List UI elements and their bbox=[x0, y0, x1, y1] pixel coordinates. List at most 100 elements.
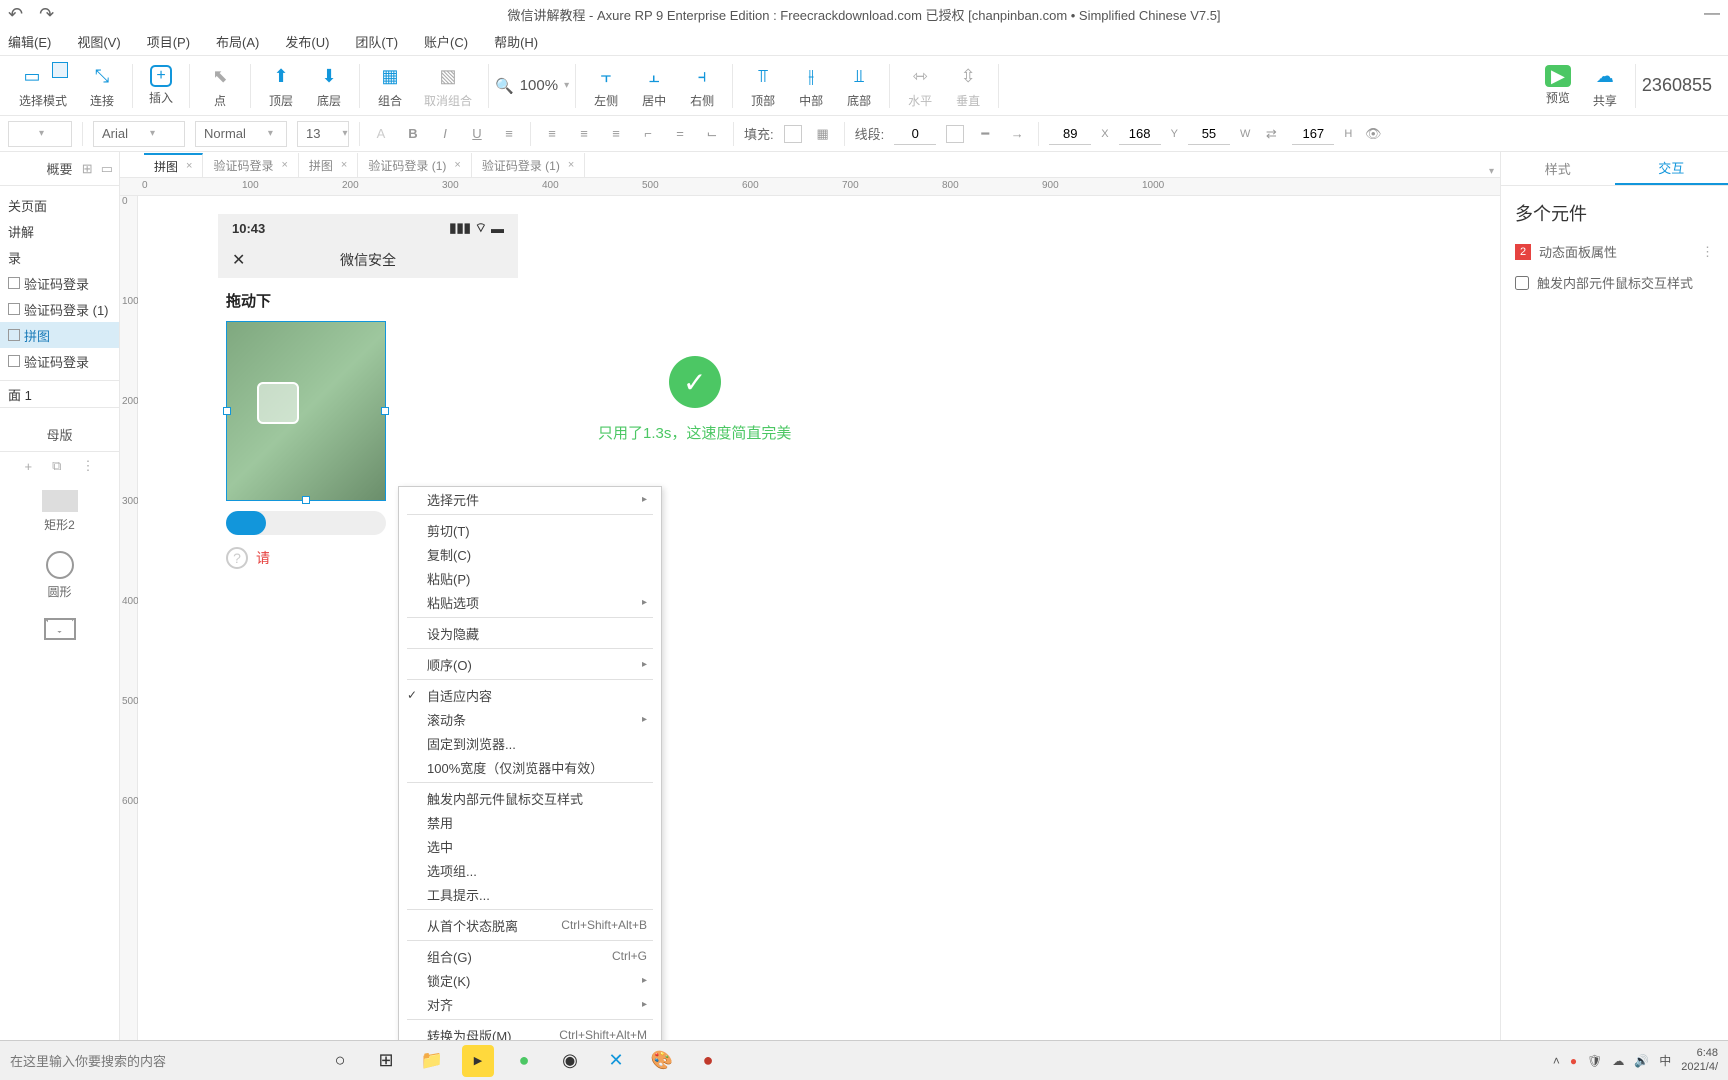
ime-indicator[interactable]: 中 bbox=[1659, 1052, 1671, 1069]
context-menu-item[interactable]: 复制(C) bbox=[399, 542, 661, 566]
tree-item[interactable]: 录 bbox=[0, 244, 119, 270]
menu-edit[interactable]: 编辑(E) bbox=[8, 32, 51, 51]
tab[interactable]: 验证码登录 (1)× bbox=[358, 153, 471, 177]
tool-group-btn[interactable]: ▦组合 bbox=[366, 62, 414, 109]
chrome-icon[interactable]: ◉ bbox=[554, 1045, 586, 1077]
context-menu-item[interactable]: 触发内部元件鼠标交互样式 bbox=[399, 786, 661, 810]
fill-image-icon[interactable]: ▦ bbox=[812, 123, 834, 145]
wechat-icon[interactable]: ● bbox=[508, 1045, 540, 1077]
context-menu-item[interactable]: 设为隐藏 bbox=[399, 621, 661, 645]
tree-item-active[interactable]: 拼图 bbox=[0, 322, 119, 348]
h-input[interactable] bbox=[1292, 123, 1334, 145]
tree-item[interactable]: 讲解 bbox=[0, 218, 119, 244]
style-select[interactable]: ▾ bbox=[8, 121, 72, 147]
prop-trigger[interactable]: 触发内部元件鼠标交互样式 bbox=[1515, 273, 1714, 292]
account-id[interactable]: 2360855 bbox=[1642, 75, 1720, 96]
tab-style[interactable]: 样式 bbox=[1501, 152, 1615, 185]
valign-mid-icon[interactable]: = bbox=[669, 123, 691, 145]
tool-point[interactable]: ⬉点 bbox=[196, 62, 244, 109]
align-top[interactable]: ⫪顶部 bbox=[739, 62, 787, 109]
y-input[interactable] bbox=[1119, 123, 1161, 145]
context-menu-item[interactable]: 剪切(T) bbox=[399, 518, 661, 542]
valign-top-icon[interactable]: ⌐ bbox=[637, 123, 659, 145]
resize-handle[interactable] bbox=[223, 407, 231, 415]
onedrive-icon[interactable]: ☁ bbox=[1612, 1054, 1624, 1068]
font-select[interactable]: Arial▾ bbox=[93, 121, 185, 147]
menu-project[interactable]: 项目(P) bbox=[147, 32, 190, 51]
x-input[interactable] bbox=[1049, 123, 1091, 145]
tree-item[interactable]: 验证码登录 (1) bbox=[0, 296, 119, 322]
line-style-icon[interactable]: ━ bbox=[974, 123, 996, 145]
shape-circle[interactable]: 圆形 bbox=[46, 551, 74, 600]
slider-thumb[interactable] bbox=[226, 511, 266, 535]
paint-icon[interactable]: 🎨 bbox=[646, 1045, 678, 1077]
explorer-icon[interactable]: 📁 bbox=[416, 1045, 448, 1077]
resize-handle[interactable] bbox=[302, 496, 310, 504]
tool-bottom-layer[interactable]: ⬇底层 bbox=[305, 62, 353, 109]
taskbar-search[interactable]: 在这里输入你要搜索的内容 bbox=[10, 1051, 310, 1070]
cortana-icon[interactable]: ○ bbox=[324, 1045, 356, 1077]
recorder-icon[interactable]: ● bbox=[692, 1045, 724, 1077]
tab-active[interactable]: 拼图× bbox=[144, 153, 203, 177]
tree-item[interactable]: 验证码登录 bbox=[0, 348, 119, 374]
help-icon[interactable]: ? bbox=[226, 547, 248, 569]
shape-rect[interactable]: 矩形2 bbox=[42, 490, 78, 533]
context-menu-item[interactable]: 禁用 bbox=[399, 810, 661, 834]
page1-row[interactable]: 面 1 bbox=[0, 380, 119, 408]
font-size-select[interactable]: 13▾ bbox=[297, 121, 349, 147]
font-style-select[interactable]: Normal▾ bbox=[195, 121, 287, 147]
align-left[interactable]: ⫟左侧 bbox=[582, 62, 630, 109]
tool-insert[interactable]: +插入 bbox=[139, 65, 183, 106]
puzzle-piece[interactable] bbox=[257, 382, 299, 424]
axure-icon[interactable]: ✕ bbox=[600, 1045, 632, 1077]
clock[interactable]: 6:48 2021/4/ bbox=[1681, 1047, 1718, 1073]
context-menu-item[interactable]: 对齐▸ bbox=[399, 992, 661, 1016]
line-arrow-icon[interactable]: → bbox=[1006, 123, 1028, 145]
resize-handle[interactable] bbox=[381, 407, 389, 415]
prop-dynamic-panel[interactable]: 2 动态面板属性 ⋮ bbox=[1515, 242, 1714, 261]
redo-icon[interactable]: ↷ bbox=[39, 4, 54, 25]
recording-icon[interactable]: ● bbox=[1570, 1054, 1577, 1068]
folder-icon[interactable]: ▭ bbox=[101, 161, 113, 177]
tab[interactable]: 验证码登录 (1)× bbox=[472, 153, 585, 177]
tray-up-icon[interactable]: ˄ bbox=[1553, 1054, 1560, 1068]
align-middle[interactable]: ⫲中部 bbox=[787, 62, 835, 109]
canvas[interactable]: 10:43 ▮▮▮⌔▬ ✕ 微信安全 拖动下 bbox=[138, 196, 1500, 1040]
context-menu-item[interactable]: 100%宽度（仅浏览器中有效） bbox=[399, 755, 661, 779]
valign-bot-icon[interactable]: ⌙ bbox=[701, 123, 723, 145]
tool-select[interactable]: ▭ 选择模式 bbox=[8, 62, 78, 109]
tab[interactable]: 验证码登录× bbox=[203, 153, 298, 177]
context-menu-item[interactable]: ✓自适应内容 bbox=[399, 683, 661, 707]
text-color-icon[interactable]: A bbox=[370, 123, 392, 145]
copy-master-icon[interactable]: ⧉ bbox=[52, 458, 61, 474]
minimize-icon[interactable]: — bbox=[1704, 5, 1720, 23]
context-menu-item[interactable]: 固定到浏览器... bbox=[399, 731, 661, 755]
fill-color-icon[interactable] bbox=[784, 125, 802, 143]
italic-icon[interactable]: I bbox=[434, 123, 456, 145]
align-center[interactable]: ⫠居中 bbox=[630, 62, 678, 109]
close-icon[interactable]: × bbox=[454, 159, 460, 171]
shape-envelope[interactable] bbox=[44, 618, 76, 640]
more-icon[interactable]: ⋮ bbox=[1701, 244, 1714, 260]
puzzle-selected[interactable] bbox=[226, 321, 386, 501]
potplayer-icon[interactable]: ▶ bbox=[462, 1045, 494, 1077]
context-menu-item[interactable]: 工具提示... bbox=[399, 882, 661, 906]
checkbox[interactable] bbox=[1515, 276, 1529, 290]
menu-team[interactable]: 团队(T) bbox=[355, 32, 398, 51]
line-color-icon[interactable] bbox=[946, 125, 964, 143]
context-menu-item[interactable]: 顺序(O)▸ bbox=[399, 652, 661, 676]
align-right[interactable]: ⫞右侧 bbox=[678, 62, 726, 109]
underline-icon[interactable]: U bbox=[466, 123, 488, 145]
context-menu-item[interactable]: 选项组... bbox=[399, 858, 661, 882]
tool-connect[interactable]: ⤡连接 bbox=[78, 62, 126, 109]
close-icon[interactable]: × bbox=[568, 159, 574, 171]
context-menu-item[interactable]: 转换为母版(M)Ctrl+Shift+Alt+M bbox=[399, 1023, 661, 1040]
context-menu-item[interactable]: 组合(G)Ctrl+G bbox=[399, 944, 661, 968]
context-menu-item[interactable]: 选择元件▸ bbox=[399, 487, 661, 511]
slider-track[interactable] bbox=[226, 511, 386, 535]
context-menu-item[interactable]: 滚动条▸ bbox=[399, 707, 661, 731]
list-icon[interactable]: ≡ bbox=[498, 123, 520, 145]
close-icon[interactable]: × bbox=[186, 160, 192, 172]
menu-layout[interactable]: 布局(A) bbox=[216, 32, 259, 51]
shield-icon[interactable]: 🛡 bbox=[1587, 1054, 1602, 1068]
